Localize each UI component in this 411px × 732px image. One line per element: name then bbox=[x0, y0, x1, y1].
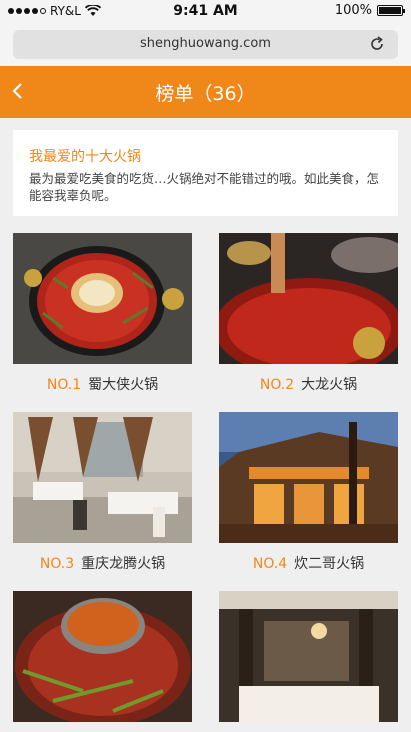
url-text: shenghuowang.com bbox=[140, 36, 271, 51]
rank-label: NO.4 bbox=[252, 556, 288, 572]
restaurant-photo[interactable] bbox=[13, 591, 192, 722]
restaurant-caption: NO.2 大龙火锅 bbox=[219, 374, 398, 394]
restaurant-photo[interactable] bbox=[219, 233, 398, 364]
restaurant-card-1[interactable]: NO.1 蜀大侠火锅 bbox=[13, 233, 192, 393]
intro-text: 最为最爱吃美食的吃货…火锅绝对不能错过的哦。如此美食，怎能容我辜负呢。 bbox=[29, 171, 380, 203]
battery-status: 100% bbox=[334, 3, 405, 18]
rank-label: NO.2 bbox=[259, 377, 295, 393]
battery-icon bbox=[377, 5, 405, 16]
battery-percent: 100% bbox=[334, 3, 372, 18]
restaurant-photo[interactable] bbox=[13, 412, 192, 543]
reload-icon[interactable] bbox=[368, 35, 386, 53]
restaurant-caption: NO.3 重庆龙腾火锅 bbox=[13, 553, 192, 573]
intro-card: 我最爱的十大火锅 最为最爱吃美食的吃货…火锅绝对不能错过的哦。如此美食，怎能容我… bbox=[13, 130, 398, 216]
url-field[interactable]: shenghuowang.com bbox=[13, 30, 398, 59]
restaurant-photo[interactable] bbox=[219, 412, 398, 543]
restaurant-card-3[interactable]: NO.3 重庆龙腾火锅 bbox=[13, 412, 192, 572]
nav-bar: 榜单（36） bbox=[0, 66, 411, 118]
status-bar: RY&L 9:41 AM 100% bbox=[0, 0, 411, 24]
restaurant-name: 蜀大侠火锅 bbox=[88, 377, 159, 393]
restaurant-card-5[interactable] bbox=[13, 591, 192, 722]
restaurant-photo[interactable] bbox=[13, 233, 192, 364]
restaurant-photo[interactable] bbox=[219, 591, 398, 722]
rank-label: NO.1 bbox=[46, 377, 82, 393]
restaurant-card-6[interactable] bbox=[219, 591, 398, 722]
restaurant-name: 炊二哥火锅 bbox=[294, 556, 365, 572]
intro-title: 我最爱的十大火锅 bbox=[29, 149, 141, 165]
restaurant-caption: NO.1 蜀大侠火锅 bbox=[13, 374, 192, 394]
restaurant-name: 重庆龙腾火锅 bbox=[81, 556, 166, 572]
page-title: 榜单（36） bbox=[155, 83, 256, 105]
restaurant-card-4[interactable]: NO.4 炊二哥火锅 bbox=[219, 412, 398, 572]
restaurant-name: 大龙火锅 bbox=[301, 377, 358, 393]
rank-label: NO.3 bbox=[39, 556, 75, 572]
browser-address-bar: shenghuowang.com bbox=[0, 24, 411, 66]
restaurant-card-2[interactable]: NO.2 大龙火锅 bbox=[219, 233, 398, 393]
restaurant-caption: NO.4 炊二哥火锅 bbox=[219, 553, 398, 573]
